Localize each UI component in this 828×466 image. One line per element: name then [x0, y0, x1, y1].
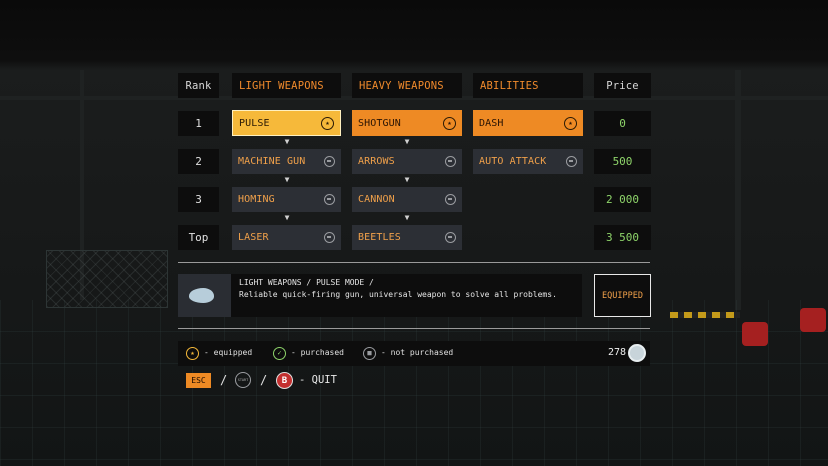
- weapon-beetles-button[interactable]: BEETLES: [352, 225, 462, 250]
- divider: [178, 328, 650, 329]
- rank-cell: 2: [178, 149, 219, 174]
- separator: /: [260, 373, 268, 387]
- coin-count: 278: [607, 347, 626, 358]
- item-label: AUTO ATTACK: [479, 156, 547, 167]
- rank-cell: Top: [178, 225, 219, 250]
- header-rank: Rank: [178, 73, 219, 98]
- separator: /: [220, 373, 228, 387]
- background-hazard-stripe: [670, 312, 740, 318]
- lock-icon: [445, 231, 456, 243]
- weapon-shotgun-button[interactable]: SHOTGUN ★: [352, 110, 462, 136]
- lock-icon: [324, 155, 335, 167]
- price-cell: 0: [594, 111, 651, 136]
- upgrade-arrow-icon: ▼: [284, 213, 290, 222]
- item-label: HOMING: [238, 194, 275, 205]
- lock-icon: [445, 193, 456, 205]
- item-label: BEETLES: [358, 232, 401, 243]
- weapon-laser-button[interactable]: LASER: [232, 225, 341, 250]
- b-button-icon[interactable]: B: [276, 372, 293, 389]
- upgrade-arrow-icon: ▼: [284, 175, 290, 184]
- item-label: PULSE: [239, 117, 270, 129]
- weapon-homing-button[interactable]: HOMING: [232, 187, 341, 212]
- rank-cell: 3: [178, 187, 219, 212]
- rank-cell: 1: [178, 111, 219, 136]
- weapon-machine-gun-button[interactable]: MACHINE GUN: [232, 149, 341, 174]
- item-description-panel: LIGHT WEAPONS / PULSE MODE / Reliable qu…: [178, 274, 582, 317]
- description-text: Reliable quick-firing gun, universal wea…: [239, 290, 557, 299]
- weapon-pulse-button[interactable]: PULSE ★: [232, 110, 341, 136]
- description-title: LIGHT WEAPONS / PULSE MODE /: [239, 278, 374, 287]
- ability-dash-button[interactable]: DASH ★: [473, 110, 583, 136]
- background-enemy-bot: [742, 322, 768, 346]
- start-button-icon[interactable]: START: [235, 372, 251, 388]
- divider: [178, 262, 650, 263]
- star-icon: ★: [564, 116, 577, 130]
- lock-icon: [324, 193, 335, 205]
- upgrade-arrow-icon: ▼: [284, 137, 290, 146]
- star-circle-icon: ★: [186, 347, 199, 360]
- price-cell: 3 500: [594, 225, 651, 250]
- coin-icon: [628, 344, 646, 362]
- header-abilities: ABILITIES: [473, 73, 583, 98]
- esc-key-button[interactable]: ESC: [186, 373, 211, 388]
- header-price: Price: [594, 73, 651, 98]
- upgrade-arrow-icon: ▼: [404, 213, 410, 222]
- background-fence: [46, 250, 168, 308]
- item-label: MACHINE GUN: [238, 156, 306, 167]
- lock-circle-icon: ■: [363, 347, 376, 360]
- pulse-projectile-icon: [189, 288, 214, 303]
- item-label: ARROWS: [358, 156, 395, 167]
- lock-icon: [566, 155, 577, 167]
- upgrade-arrow-icon: ▼: [404, 137, 410, 146]
- star-icon: ★: [321, 116, 334, 130]
- background-pipe: [735, 70, 741, 310]
- item-label: SHOTGUN: [358, 117, 401, 129]
- item-label: LASER: [238, 232, 269, 243]
- quit-label[interactable]: - QUIT: [299, 374, 337, 386]
- legend-not-purchased: - not purchased: [381, 348, 454, 357]
- lock-icon: [445, 155, 456, 167]
- check-circle-icon: ✓: [273, 347, 286, 360]
- price-cell: 500: [594, 149, 651, 174]
- background-enemy-bot: [800, 308, 826, 332]
- legend-equipped: - equipped: [204, 348, 253, 357]
- legend-bar: ★ - equipped ✓ - purchased ■ - not purch…: [178, 341, 650, 366]
- item-label: DASH: [479, 117, 504, 129]
- item-label: CANNON: [358, 194, 395, 205]
- star-icon: ★: [443, 116, 456, 130]
- background-floor-grid: [0, 300, 828, 466]
- price-cell: 2 000: [594, 187, 651, 212]
- weapon-arrows-button[interactable]: ARROWS: [352, 149, 462, 174]
- lock-icon: [324, 231, 335, 243]
- upgrade-arrow-icon: ▼: [404, 175, 410, 184]
- weapon-preview: [178, 274, 231, 317]
- weapon-cannon-button[interactable]: CANNON: [352, 187, 462, 212]
- ability-auto-attack-button[interactable]: AUTO ATTACK: [473, 149, 583, 174]
- header-light-weapons: LIGHT WEAPONS: [232, 73, 341, 98]
- equipped-button[interactable]: EQUIPPED: [594, 274, 651, 317]
- legend-purchased: - purchased: [291, 348, 344, 357]
- header-heavy-weapons: HEAVY WEAPONS: [352, 73, 462, 98]
